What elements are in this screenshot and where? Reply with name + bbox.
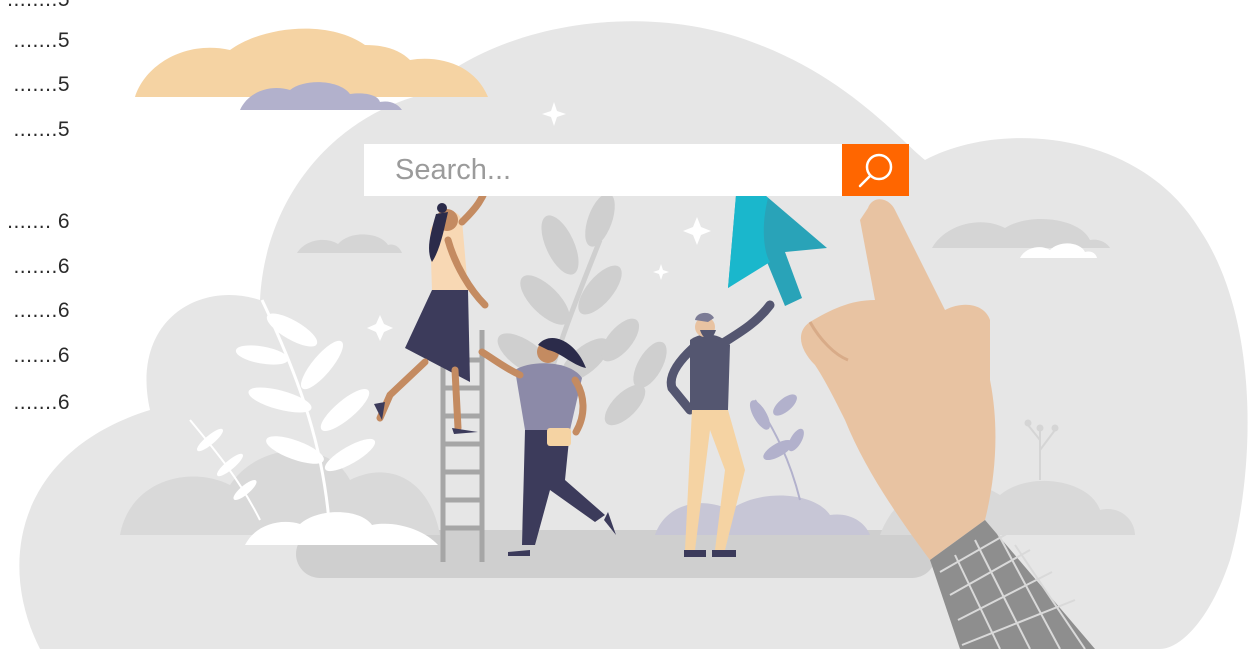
search-bar: [364, 144, 909, 196]
search-icon: [858, 153, 893, 188]
search-button[interactable]: [842, 144, 909, 196]
search-illustration: [19, 21, 1248, 649]
search-input[interactable]: [364, 144, 842, 196]
